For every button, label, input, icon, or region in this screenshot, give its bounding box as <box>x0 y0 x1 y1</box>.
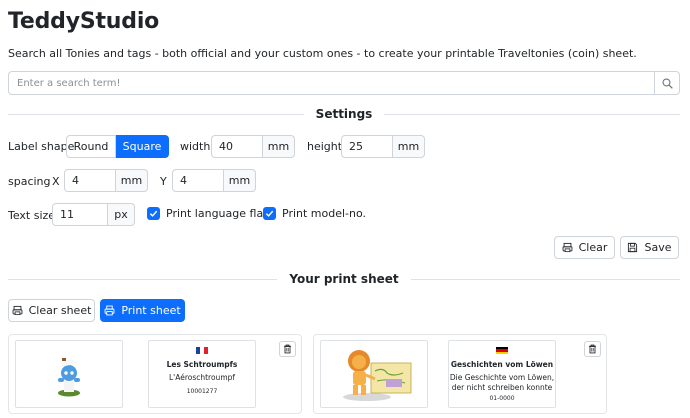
spacing-y-input[interactable] <box>172 169 224 192</box>
text-size-field: px <box>52 203 135 226</box>
spacing-y-label: Y <box>160 175 167 188</box>
clear-settings-button[interactable]: Clear <box>554 236 615 259</box>
spacing-label: spacing <box>8 175 51 188</box>
print-sheet-heading: Your print sheet <box>8 272 680 288</box>
height-input[interactable] <box>341 135 393 158</box>
app-title: TeddyStudio <box>8 9 160 34</box>
clear-sheet-label: Clear sheet <box>28 304 92 317</box>
settings-title: Settings <box>303 107 385 121</box>
clear-sheet-button[interactable]: Clear sheet <box>8 299 95 322</box>
shape-round-option[interactable]: Round <box>66 135 116 158</box>
print-model-no-label: Print model-no. <box>282 207 367 220</box>
width-unit: mm <box>263 135 295 158</box>
text-size-label: Text size <box>8 209 56 222</box>
save-settings-button[interactable]: Save <box>620 236 679 259</box>
save-icon <box>628 242 638 253</box>
label-shape-toggle: Round Square <box>66 135 169 158</box>
delete-item-button[interactable] <box>279 341 296 357</box>
height-label: height <box>307 140 343 153</box>
checkbox-checked-icon <box>147 207 160 220</box>
print-sheet-button[interactable]: Print sheet <box>100 299 185 322</box>
text-size-input[interactable] <box>52 203 108 226</box>
print-model-no-checkbox[interactable]: Print model-no. <box>263 207 366 220</box>
search-button[interactable] <box>654 72 679 94</box>
delete-item-button[interactable] <box>584 341 601 357</box>
flag-de-icon <box>496 347 508 354</box>
tonie-image <box>15 340 123 408</box>
spacing-x-label: X <box>52 175 60 188</box>
shape-square-option[interactable]: Square <box>116 135 169 158</box>
settings-heading: Settings <box>8 107 680 123</box>
search-input[interactable] <box>9 72 654 94</box>
lion-figure-image <box>343 350 412 401</box>
checkbox-checked-icon <box>263 207 276 220</box>
label-shape-label: Label shape <box>8 140 75 153</box>
print-label: Geschichten vom Löwen Die Geschichte vom… <box>448 340 556 408</box>
spacing-x-unit: mm <box>116 169 148 192</box>
label-subtitle: Die Geschichte vom Löwen, der nicht schr… <box>449 373 555 392</box>
label-subtitle: L'Aéroschtroumpf <box>168 373 236 382</box>
print-label: Les Schtroumpfs L'Aéroschtroumpf 1000127… <box>148 340 256 408</box>
label-title: Les Schtroumpfs <box>166 360 238 369</box>
label-model-no: 01-0000 <box>489 395 515 402</box>
spacing-x-field: mm <box>64 169 148 192</box>
trash-icon <box>588 344 597 354</box>
text-size-unit: px <box>108 203 135 226</box>
height-unit: mm <box>393 135 425 158</box>
smurf-figure-image <box>58 358 80 397</box>
search-bar <box>8 71 680 95</box>
printer-clear-icon <box>562 242 573 253</box>
print-language-flag-label: Print language flag <box>166 207 271 220</box>
height-field: mm <box>341 135 425 158</box>
clear-settings-label: Clear <box>578 241 608 254</box>
width-input[interactable] <box>211 135 263 158</box>
print-sheet-title: Your print sheet <box>277 272 411 286</box>
flag-fr-icon <box>196 347 208 354</box>
printer-icon <box>104 305 115 316</box>
search-icon <box>661 77 673 89</box>
print-language-flag-checkbox[interactable]: Print language flag <box>147 207 270 220</box>
spacing-x-input[interactable] <box>64 169 116 192</box>
label-title: Geschichten vom Löwen <box>450 360 554 369</box>
trash-icon <box>283 344 292 354</box>
print-sheet-label: Print sheet <box>121 304 181 317</box>
save-settings-label: Save <box>644 241 672 254</box>
spacing-y-unit: mm <box>224 169 256 192</box>
width-field: mm <box>211 135 295 158</box>
spacing-y-field: mm <box>172 169 256 192</box>
label-model-no: 10001277 <box>186 388 218 395</box>
app-subtitle: Search all Tonies and tags - both offici… <box>8 47 637 60</box>
width-label: width <box>180 140 211 153</box>
tonie-image <box>320 340 428 408</box>
printer-clear-icon <box>12 305 22 316</box>
